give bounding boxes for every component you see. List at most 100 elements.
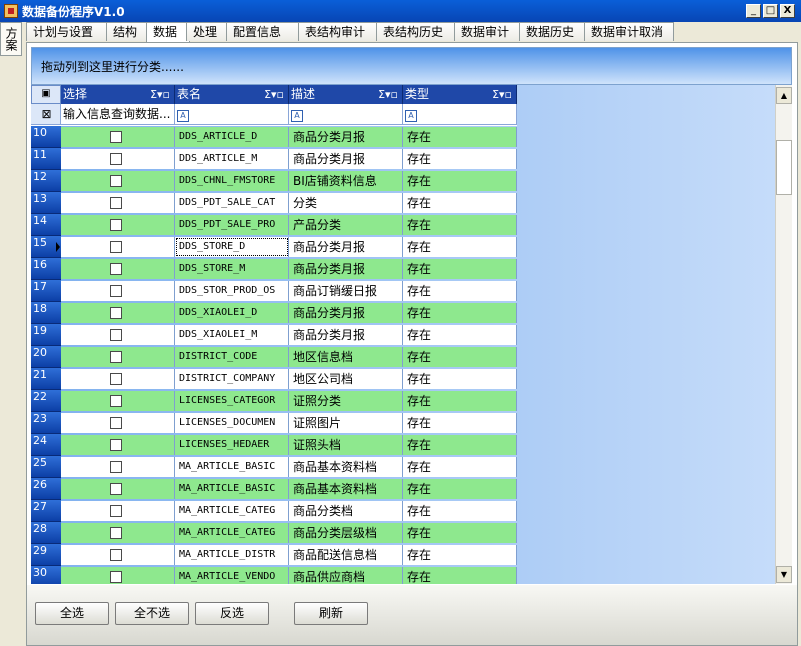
description-cell[interactable]: 商品订销缓日报 (289, 281, 403, 301)
table-row[interactable]: 21 DISTRICT_COMPANY 地区公司档 存在 (31, 368, 517, 390)
table-row[interactable]: 10 DDS_ARTICLE_D 商品分类月报 存在 (31, 126, 517, 148)
description-cell[interactable]: BI店铺资料信息 (289, 171, 403, 191)
refresh-button[interactable]: 刷新 (294, 602, 368, 625)
description-cell[interactable]: 分类 (289, 193, 403, 213)
type-cell[interactable]: 存在 (403, 347, 517, 367)
table-name-cell[interactable]: DISTRICT_COMPANY (175, 369, 289, 389)
table-name-cell[interactable]: LICENSES_CATEGOR (175, 391, 289, 411)
type-cell[interactable]: 存在 (403, 567, 517, 584)
row-number[interactable]: 10 (31, 126, 61, 148)
row-checkbox[interactable] (110, 241, 122, 253)
tab-0[interactable]: 计划与设置 (26, 22, 110, 41)
type-cell[interactable]: 存在 (403, 457, 517, 477)
row-number[interactable]: 17 (31, 280, 61, 302)
select-cell[interactable] (61, 127, 175, 147)
scroll-down-icon[interactable]: ▼ (776, 566, 792, 583)
table-name-cell[interactable]: DDS_STORE_M (175, 259, 289, 279)
table-name-cell[interactable]: DDS_PDT_SALE_CAT (175, 193, 289, 213)
table-row[interactable]: 20 DISTRICT_CODE 地区信息档 存在 (31, 346, 517, 368)
table-row[interactable]: 15 DDS_STORE_D 商品分类月报 存在 (31, 236, 517, 258)
filter-input-desc[interactable]: A (289, 104, 403, 125)
select-cell[interactable] (61, 545, 175, 565)
table-row[interactable]: 11 DDS_ARTICLE_M 商品分类月报 存在 (31, 148, 517, 170)
row-checkbox[interactable] (110, 131, 122, 143)
row-checkbox[interactable] (110, 571, 122, 583)
row-checkbox[interactable] (110, 197, 122, 209)
row-checkbox[interactable] (110, 395, 122, 407)
type-cell[interactable]: 存在 (403, 325, 517, 345)
table-row[interactable]: 18 DDS_XIAOLEI_D 商品分类月报 存在 (31, 302, 517, 324)
type-cell[interactable]: 存在 (403, 171, 517, 191)
column-header-type[interactable]: 类型 Σ▾▫ (403, 85, 517, 104)
table-name-cell[interactable]: MA_ARTICLE_BASIC (175, 479, 289, 499)
select-all-button[interactable]: 全选 (35, 602, 109, 625)
table-row[interactable]: 25 MA_ARTICLE_BASIC 商品基本资料档 存在 (31, 456, 517, 478)
select-cell[interactable] (61, 149, 175, 169)
table-name-cell[interactable]: DDS_ARTICLE_M (175, 149, 289, 169)
sort-filter-icon[interactable]: Σ▾▫ (264, 85, 284, 104)
description-cell[interactable]: 商品基本资料档 (289, 479, 403, 499)
description-cell[interactable]: 地区信息档 (289, 347, 403, 367)
table-name-cell[interactable]: DISTRICT_CODE (175, 347, 289, 367)
type-cell[interactable]: 存在 (403, 127, 517, 147)
type-cell[interactable]: 存在 (403, 193, 517, 213)
select-cell[interactable] (61, 369, 175, 389)
type-cell[interactable]: 存在 (403, 237, 517, 257)
type-cell[interactable]: 存在 (403, 215, 517, 235)
table-row[interactable]: 19 DDS_XIAOLEI_M 商品分类月报 存在 (31, 324, 517, 346)
table-row[interactable]: 23 LICENSES_DOCUMEN 证照图片 存在 (31, 412, 517, 434)
select-cell[interactable] (61, 281, 175, 301)
row-number[interactable]: 13 (31, 192, 61, 214)
tab-6[interactable]: 表结构历史 (376, 22, 458, 41)
row-checkbox[interactable] (110, 263, 122, 275)
row-checkbox[interactable] (110, 461, 122, 473)
row-checkbox[interactable] (110, 285, 122, 297)
type-cell[interactable]: 存在 (403, 259, 517, 279)
tab-2[interactable]: 数据 (146, 22, 190, 43)
row-number[interactable]: 28 (31, 522, 61, 544)
type-cell[interactable]: 存在 (403, 303, 517, 323)
select-cell[interactable] (61, 457, 175, 477)
filter-operator-icon[interactable]: A (405, 110, 417, 122)
column-chooser-icon[interactable]: ▣ (31, 85, 61, 104)
description-cell[interactable]: 产品分类 (289, 215, 403, 235)
table-name-cell[interactable]: LICENSES_DOCUMEN (175, 413, 289, 433)
table-row[interactable]: 28 MA_ARTICLE_CATEG 商品分类层级档 存在 (31, 522, 517, 544)
row-number[interactable]: 20 (31, 346, 61, 368)
select-cell[interactable] (61, 567, 175, 584)
sort-filter-icon[interactable]: Σ▾▫ (378, 85, 398, 104)
row-checkbox[interactable] (110, 527, 122, 539)
table-row[interactable]: 13 DDS_PDT_SALE_CAT 分类 存在 (31, 192, 517, 214)
table-row[interactable]: 30 MA_ARTICLE_VENDO 商品供应商档 存在 (31, 566, 517, 584)
tab-8[interactable]: 数据历史 (519, 22, 588, 41)
table-name-cell[interactable]: LICENSES_HEDAER (175, 435, 289, 455)
select-cell[interactable] (61, 435, 175, 455)
table-row[interactable]: 22 LICENSES_CATEGOR 证照分类 存在 (31, 390, 517, 412)
filter-operator-icon[interactable]: A (177, 110, 189, 122)
tab-3[interactable]: 处理 (186, 22, 230, 41)
scroll-thumb[interactable] (776, 140, 792, 195)
table-row[interactable]: 29 MA_ARTICLE_DISTR 商品配送信息档 存在 (31, 544, 517, 566)
tab-9[interactable]: 数据审计取消 (584, 22, 674, 41)
select-cell[interactable] (61, 237, 175, 257)
row-checkbox[interactable] (110, 549, 122, 561)
table-row[interactable]: 27 MA_ARTICLE_CATEG 商品分类档 存在 (31, 500, 517, 522)
clear-filter-icon[interactable]: ⊠ (31, 104, 61, 125)
column-header-select[interactable]: 选择 Σ▾▫ (61, 85, 175, 104)
select-cell[interactable] (61, 303, 175, 323)
description-cell[interactable]: 证照头档 (289, 435, 403, 455)
description-cell[interactable]: 证照图片 (289, 413, 403, 433)
row-number[interactable]: 16 (31, 258, 61, 280)
vertical-scrollbar[interactable]: ▲ ▼ (775, 85, 792, 584)
select-cell[interactable] (61, 347, 175, 367)
description-cell[interactable]: 商品分类层级档 (289, 523, 403, 543)
type-cell[interactable]: 存在 (403, 281, 517, 301)
row-checkbox[interactable] (110, 505, 122, 517)
table-name-cell[interactable]: DDS_XIAOLEI_D (175, 303, 289, 323)
description-cell[interactable]: 商品分类档 (289, 501, 403, 521)
row-number[interactable]: 14 (31, 214, 61, 236)
type-cell[interactable]: 存在 (403, 413, 517, 433)
row-checkbox[interactable] (110, 483, 122, 495)
select-cell[interactable] (61, 215, 175, 235)
row-checkbox[interactable] (110, 307, 122, 319)
